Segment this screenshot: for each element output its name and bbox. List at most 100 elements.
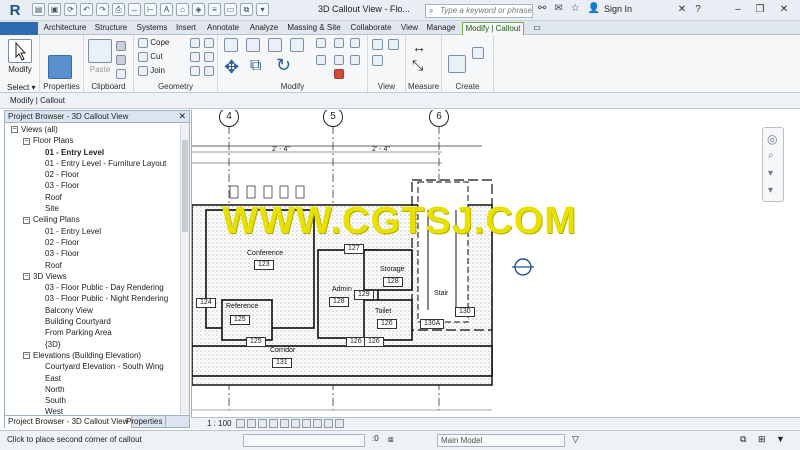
communication-icon[interactable]: ☆ xyxy=(571,3,580,14)
sign-in-button[interactable]: Sign In xyxy=(604,4,632,14)
redo-icon[interactable]: ↷ xyxy=(96,3,109,16)
browser-tree-item[interactable]: − Views (all) xyxy=(5,124,181,135)
steering-wheel-icon[interactable]: ◎ xyxy=(767,132,777,146)
zoom-icon[interactable]: ⌕ xyxy=(768,150,774,161)
scrollbar-thumb[interactable] xyxy=(182,140,188,232)
collapse-toggle-icon[interactable]: − xyxy=(23,273,30,281)
sync-icon[interactable]: ⟳ xyxy=(64,3,77,16)
collapse-toggle-icon[interactable]: − xyxy=(23,352,30,360)
browser-tree-item[interactable]: North xyxy=(5,384,181,395)
properties-button[interactable] xyxy=(48,55,72,79)
3d-view-icon[interactable]: ⌂ xyxy=(176,3,189,16)
wall-joins-icon[interactable] xyxy=(190,38,200,48)
browser-tree-item[interactable]: 01 - Entry Level xyxy=(5,147,181,158)
filter-icon[interactable]: ▽ xyxy=(572,434,579,445)
design-option-dropdown[interactable]: Main Model xyxy=(437,434,565,447)
customize-icon[interactable]: ▾ xyxy=(256,3,269,16)
close-icon[interactable]: ✕ xyxy=(178,111,186,122)
cut-geometry-button[interactable]: Cut xyxy=(138,52,163,62)
user-icon[interactable]: 👤 xyxy=(588,3,600,14)
create-assembly-icon[interactable] xyxy=(448,55,466,73)
view-scale[interactable]: 1 : 100 xyxy=(207,418,231,429)
revit-logo-icon[interactable]: R xyxy=(4,2,26,19)
browser-tree-item[interactable]: − Floor Plans xyxy=(5,135,181,146)
binoculars-icon[interactable]: ⚯ xyxy=(538,3,546,14)
select-pinned-icon[interactable]: ⊞ xyxy=(758,434,766,445)
reveal-hidden-icon[interactable] xyxy=(313,419,322,428)
browser-tree-item[interactable]: 03 - Floor Public - Day Rendering xyxy=(5,282,181,293)
split-face-icon[interactable] xyxy=(204,38,214,48)
browser-tree-item[interactable]: − Elevations (Building Elevation) xyxy=(5,350,181,361)
switch-windows-icon[interactable]: ⧉ xyxy=(240,3,253,16)
browser-tree-item[interactable]: 03 - Floor Public - Night Rendering xyxy=(5,293,181,304)
nav-options-icon[interactable]: ▾ xyxy=(768,185,773,196)
workset-dropdown[interactable] xyxy=(243,434,365,447)
measure-between-icon[interactable]: ↔ xyxy=(412,39,426,55)
pan-icon[interactable]: ▾ xyxy=(768,168,773,179)
tab-insert[interactable]: Insert xyxy=(171,22,201,35)
browser-tree-item[interactable]: 02 - Floor xyxy=(5,169,181,180)
browser-tree-item[interactable]: 03 - Floor xyxy=(5,248,181,259)
browser-tree-item[interactable]: Balcony View xyxy=(5,305,181,316)
demolish-icon[interactable] xyxy=(204,52,214,62)
drawing-canvas[interactable]: 4 5 6 2' - 4" 2' - 4" Conference 123 Sto… xyxy=(191,110,800,417)
dimension-icon[interactable]: ⊢ xyxy=(144,3,157,16)
collapse-toggle-icon[interactable]: − xyxy=(23,216,30,224)
browser-tree-item[interactable]: 03 - Floor xyxy=(5,180,181,191)
collapse-toggle-icon[interactable]: − xyxy=(23,137,30,145)
delete-icon[interactable] xyxy=(334,69,344,79)
copy-element-icon[interactable]: ⧉ xyxy=(250,57,261,75)
collapse-toggle-icon[interactable]: − xyxy=(11,126,18,134)
override-graphics-icon[interactable] xyxy=(372,39,383,50)
measure-icon[interactable]: ↔ xyxy=(128,3,141,16)
browser-tree-item[interactable]: {3D} xyxy=(5,339,181,350)
copy-icon[interactable] xyxy=(116,55,126,65)
minimize-button[interactable]: – xyxy=(730,2,746,18)
browser-tree-item[interactable]: Roof xyxy=(5,192,181,203)
tab-properties[interactable]: Properties xyxy=(123,416,167,428)
editable-only-icon[interactable]: ⧈ xyxy=(388,434,394,445)
undo-icon[interactable]: ↶ xyxy=(80,3,93,16)
tab-structure[interactable]: Structure xyxy=(89,22,133,35)
browser-tree-item[interactable]: −3D Views xyxy=(5,271,181,282)
mirror-draw-icon[interactable] xyxy=(290,38,304,52)
analysis-icon[interactable] xyxy=(324,419,333,428)
browser-tree-item[interactable]: From Parking Area xyxy=(5,327,181,338)
unjoin-icon[interactable] xyxy=(190,66,200,76)
cut-icon[interactable] xyxy=(116,41,126,51)
rotate-icon[interactable]: ↻ xyxy=(276,55,291,76)
cope-button[interactable]: Cope xyxy=(138,38,169,48)
remove-paint-icon[interactable] xyxy=(204,66,214,76)
save-icon[interactable]: ▣ xyxy=(48,3,61,16)
split-icon[interactable] xyxy=(316,38,326,48)
browser-tree-item[interactable]: 02 - Floor xyxy=(5,237,181,248)
paint-icon[interactable] xyxy=(190,52,200,62)
close-button[interactable]: ✕ xyxy=(776,2,792,18)
project-browser-scrollbar[interactable] xyxy=(180,124,189,414)
restore-button[interactable]: ❐ xyxy=(752,2,768,18)
browser-tree-item[interactable]: Courtyard Elevation - South Wing xyxy=(5,361,181,372)
browser-tree-item[interactable]: 01 - Entry Level - Furniture Layout xyxy=(5,158,181,169)
section-icon[interactable]: ◈ xyxy=(192,3,205,16)
browser-tree-item[interactable]: Roof xyxy=(5,260,181,271)
tab-modify-callout[interactable]: Modify | Callout xyxy=(462,22,524,35)
tab-architecture[interactable]: Architecture xyxy=(40,22,90,35)
browser-tree-item[interactable]: 01 - Entry Level xyxy=(5,226,181,237)
subscription-icon[interactable]: ✉ xyxy=(554,3,562,14)
scale-icon[interactable] xyxy=(350,38,360,48)
print-icon[interactable]: ⎙ xyxy=(112,3,125,16)
tag-icon[interactable]: A xyxy=(160,3,173,16)
tab-analyze[interactable]: Analyze xyxy=(245,22,283,35)
tab-view[interactable]: View xyxy=(397,22,422,35)
modify-button[interactable]: Modify xyxy=(6,39,34,74)
pin-icon[interactable] xyxy=(334,55,344,65)
tab-collaborate[interactable]: Collaborate xyxy=(345,22,397,35)
temp-hide-icon[interactable] xyxy=(302,419,311,428)
browser-tree-item[interactable]: Site xyxy=(5,203,181,214)
linework-icon[interactable] xyxy=(372,55,383,66)
trim-icon[interactable] xyxy=(316,55,326,65)
close-hidden-icon[interactable]: ▭ xyxy=(224,3,237,16)
join-button[interactable]: Join xyxy=(138,66,165,76)
tab-annotate[interactable]: Annotate xyxy=(201,22,245,35)
browser-tree-item[interactable]: South xyxy=(5,395,181,406)
